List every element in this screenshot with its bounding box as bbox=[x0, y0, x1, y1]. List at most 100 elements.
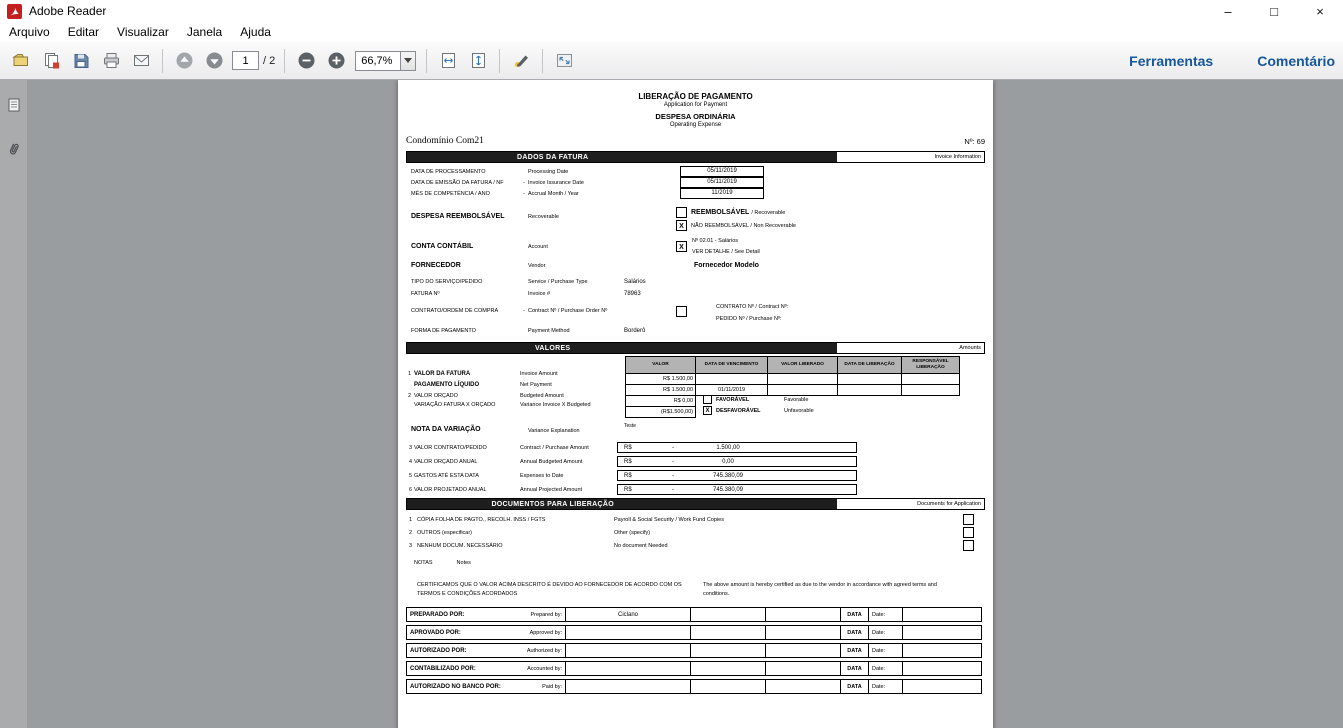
envelope-icon bbox=[133, 55, 149, 66]
zoom-level-value: 66,7% bbox=[361, 54, 393, 67]
fit-page-button[interactable] bbox=[464, 47, 492, 75]
account-checkbox: X bbox=[676, 241, 687, 252]
title-bar: Adobe Reader – □ × bbox=[0, 0, 1343, 22]
print-button[interactable] bbox=[97, 47, 125, 75]
accounted-by-row: CONTABILIZADO POR: Accounted by: DATA Dat… bbox=[406, 661, 985, 677]
minus-circle-icon bbox=[298, 52, 315, 69]
payment-method-value: Borderô bbox=[624, 328, 646, 334]
fit-width-icon bbox=[441, 53, 455, 68]
plus-circle-icon bbox=[328, 52, 345, 69]
zoom-dropdown-button[interactable] bbox=[400, 51, 416, 70]
page-number-input[interactable] bbox=[232, 51, 259, 70]
form-number: Nº: 69 bbox=[964, 137, 985, 146]
ferramentas-button[interactable]: Ferramentas bbox=[1129, 53, 1213, 69]
section-header-dados-da-fatura: DADOS DA FATURA Invoice Information bbox=[406, 151, 985, 163]
toolbar-separator bbox=[499, 48, 501, 73]
attachments-panel-button[interactable] bbox=[0, 134, 27, 164]
recoverable-row: DESPESA REEMBOLSÁVEL Recoverable REEMBOL… bbox=[411, 207, 796, 231]
chevron-down-icon bbox=[404, 58, 413, 63]
zoom-level-combo[interactable]: 66,7% bbox=[355, 50, 417, 71]
account-row: CONTA CONTÁBIL Account X Nº 02.01 - Salá… bbox=[411, 238, 760, 255]
invoice-number-value: 78963 bbox=[624, 291, 641, 297]
menu-janela[interactable]: Janela bbox=[178, 25, 231, 39]
fit-width-button[interactable] bbox=[434, 47, 462, 75]
menu-editar[interactable]: Editar bbox=[59, 25, 108, 39]
comentario-button[interactable]: Comentário bbox=[1257, 53, 1335, 69]
email-button[interactable] bbox=[127, 47, 155, 75]
service-type-row: TIPO DO SERVIÇO/PEDIDO Service / Purchas… bbox=[411, 279, 646, 285]
toolbar-separator bbox=[162, 48, 163, 73]
vendor-row: FORNECEDOR Vendor Fornecedor Modelo bbox=[411, 262, 759, 269]
fit-page-icon bbox=[471, 53, 485, 68]
condominio-name: Condomínio Com21 bbox=[406, 136, 484, 146]
annual-projected-row: 6 VALOR PROJETADO ANUAL Annual Projected… bbox=[406, 484, 985, 495]
form-title: LIBERAÇÃO DE PAGAMENTO bbox=[638, 92, 753, 101]
navigation-pane-strip bbox=[0, 80, 27, 728]
page-count-label: / 2 bbox=[263, 54, 276, 67]
vendor-name: Fornecedor Modelo bbox=[694, 262, 759, 269]
issuance-date-row: DATA DE EMISSÃO DA FATURA / NF - Invoice… bbox=[406, 176, 985, 188]
prepared-by-row: PREPARADO POR: Prepared by: Ciclano DATA … bbox=[406, 607, 985, 623]
save-button[interactable] bbox=[67, 47, 95, 75]
annual-projected-value: 745.380,09 bbox=[712, 486, 744, 493]
invoice-amount-row: R$ 1.500,00 bbox=[625, 373, 960, 385]
page-thumbnails-icon bbox=[8, 98, 19, 112]
nao-reembolsavel-checkbox: X bbox=[676, 220, 687, 231]
notes-row: NOTAS Notes bbox=[414, 560, 471, 566]
open-button[interactable] bbox=[7, 47, 35, 75]
document-row-payroll: 1 CÓPIA FOLHA DE PAGTO., RECOLH. INSS / … bbox=[406, 513, 985, 526]
invoice-amount-value: R$ 1.500,00 bbox=[625, 373, 696, 385]
favoravel-checkbox bbox=[703, 395, 712, 404]
page-thumbnails-panel-button[interactable] bbox=[0, 90, 27, 120]
pdf-copy-icon bbox=[44, 53, 59, 69]
close-button[interactable]: × bbox=[1297, 0, 1343, 22]
other-checkbox bbox=[963, 527, 974, 538]
approved-by-row: APROVADO POR: Approved by: DATA Date: bbox=[406, 625, 985, 641]
toolbar-separator bbox=[542, 48, 544, 73]
certification-text: CERTIFICAMOS QUE O VALOR ACIMA DESCRITO … bbox=[417, 582, 937, 598]
document-area: LIBERAÇÃO DE PAGAMENTO Application for P… bbox=[0, 80, 1343, 728]
processing-date-row: DATA DE PROCESSAMENTO Processing Date 05… bbox=[406, 165, 985, 177]
zoom-out-button[interactable] bbox=[292, 47, 320, 75]
fullscreen-button[interactable] bbox=[550, 47, 578, 75]
variance-note-row: NOTA DA VARIAÇÃO Variance Explanation Te… bbox=[411, 423, 636, 434]
issuance-date-value: 05/11/2019 bbox=[680, 176, 764, 188]
sign-button[interactable] bbox=[507, 47, 535, 75]
next-page-button[interactable] bbox=[200, 47, 228, 75]
desfavoravel-checkbox: X bbox=[703, 406, 712, 415]
annual-amount-rows: 3 VALOR CONTRATO/PEDIDO Contract / Purch… bbox=[406, 442, 985, 495]
menu-arquivo[interactable]: Arquivo bbox=[0, 25, 59, 39]
accrual-month-value: 11/2019 bbox=[680, 187, 764, 199]
contract-amount-row: 3 VALOR CONTRATO/PEDIDO Contract / Purch… bbox=[406, 442, 985, 453]
reembolsavel-checkbox bbox=[676, 207, 687, 218]
budgeted-amount-value: R$ 0,00 bbox=[625, 395, 696, 407]
minimize-button[interactable]: – bbox=[1205, 0, 1251, 22]
pdf-copy-button[interactable] bbox=[37, 47, 65, 75]
annual-budget-value: 0,00 bbox=[722, 458, 734, 465]
paperclip-icon bbox=[9, 143, 19, 155]
previous-page-button[interactable] bbox=[170, 47, 198, 75]
maximize-button[interactable]: □ bbox=[1251, 0, 1297, 22]
zoom-in-button[interactable] bbox=[322, 47, 350, 75]
adobe-reader-icon bbox=[7, 3, 22, 19]
accrual-month-row: MÊS DE COMPETÊNCIA / ANO - Accrual Month… bbox=[406, 187, 985, 199]
contract-checkbox bbox=[676, 306, 687, 317]
open-folder-icon bbox=[11, 54, 28, 66]
section-header-documentos: DOCUMENTOS PARA LIBERAÇÃO Documents for … bbox=[406, 498, 985, 510]
processing-date-value: 05/11/2019 bbox=[680, 165, 764, 177]
window-title: Adobe Reader bbox=[29, 4, 107, 18]
prepared-by-name: Ciclano bbox=[566, 607, 691, 623]
variance-note-value: Teste bbox=[624, 423, 636, 429]
payroll-copy-checkbox bbox=[963, 514, 974, 525]
menu-ajuda[interactable]: Ajuda bbox=[231, 25, 280, 39]
arrow-up-circle-icon bbox=[176, 52, 192, 69]
menu-visualizar[interactable]: Visualizar bbox=[108, 25, 178, 39]
authorized-by-row: AUTORIZADO POR: Authorized by: DATA Date: bbox=[406, 643, 985, 659]
variance-value: (R$1.500,00) bbox=[625, 406, 696, 418]
printer-icon bbox=[103, 53, 119, 68]
toolbar-separator bbox=[284, 48, 286, 73]
sign-pen-icon bbox=[514, 55, 528, 68]
section-header-valores: VALORES Amounts bbox=[406, 342, 985, 354]
paid-by-row: AUTORIZADO NO BANCO POR: Paid by: DATA Da… bbox=[406, 679, 985, 695]
pdf-page: LIBERAÇÃO DE PAGAMENTO Application for P… bbox=[398, 80, 993, 728]
